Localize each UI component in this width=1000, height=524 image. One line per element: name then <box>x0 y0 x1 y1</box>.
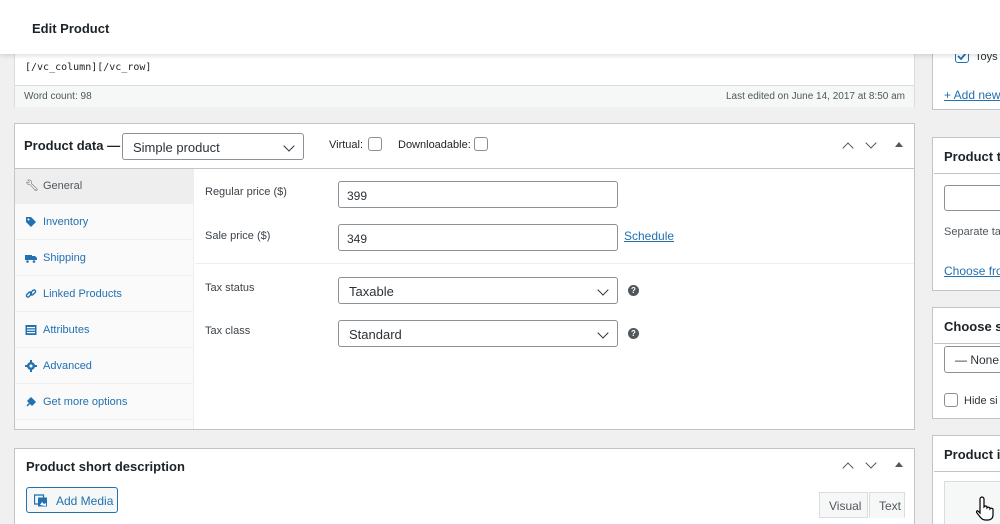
product-data-header: Product data — Simple product Virtual: D… <box>15 124 914 169</box>
size-chart-value: — None <box>955 353 1000 367</box>
chevron-down-icon <box>597 284 609 296</box>
toggle-panel-icon[interactable] <box>895 142 903 147</box>
divider <box>934 471 1000 472</box>
virtual-label: Virtual: <box>329 139 364 151</box>
last-edited: Last edited on June 14, 2017 at 8:50 am <box>725 91 905 102</box>
link-icon <box>25 288 37 300</box>
hand-cursor-icon <box>975 496 994 521</box>
hide-size-label: Hide si <box>964 395 998 407</box>
add-media-button[interactable]: Add Media <box>26 487 118 513</box>
tab-visual[interactable]: Visual <box>819 492 868 518</box>
tab-label: General <box>43 180 83 192</box>
tab-shipping[interactable]: Shipping <box>15 241 194 276</box>
product-tags-title: Product ta <box>944 149 1000 164</box>
tab-get-more-options[interactable]: Get more options <box>15 385 194 420</box>
downloadable-checkbox[interactable] <box>474 137 488 151</box>
top-bar: Edit Product <box>0 0 1000 54</box>
tag-icon <box>25 216 37 228</box>
size-chart-title: Choose si <box>944 319 1000 334</box>
size-chart-box: Choose si — None Hide si <box>932 307 1000 419</box>
tags-input[interactable] <box>944 185 1000 211</box>
product-data-tabs: 🔧︎ General Inventory Shipping Linked Pro… <box>15 169 194 429</box>
tab-label: Get more options <box>43 396 128 408</box>
sale-price-input[interactable]: 349 <box>338 224 618 251</box>
tab-general[interactable]: 🔧︎ General <box>15 169 194 204</box>
schedule-link[interactable]: Schedule <box>624 229 674 243</box>
product-data-panel: Product data — Simple product Virtual: D… <box>14 123 915 430</box>
tab-advanced[interactable]: Advanced <box>15 349 194 384</box>
wrench-icon: 🔧︎ <box>25 180 39 192</box>
tax-status-label: Tax status <box>205 282 255 294</box>
editor-status-bar: Word count: 98 Last edited on June 14, 2… <box>15 85 914 107</box>
move-down-icon[interactable] <box>865 457 877 469</box>
tax-status-select[interactable]: Taxable <box>338 277 618 304</box>
tab-label: Advanced <box>43 360 92 372</box>
tax-class-value: Standard <box>349 327 402 342</box>
tags-hint: Separate ta <box>944 226 1000 238</box>
regular-price-input[interactable]: 399 <box>338 181 618 208</box>
add-media-label: Add Media <box>56 494 114 508</box>
editor-code-text: [/vc_column][/vc_row] <box>25 62 152 73</box>
product-data-label: Product data — <box>24 138 121 153</box>
divider <box>934 173 1000 174</box>
move-up-icon[interactable] <box>842 142 854 154</box>
virtual-checkbox[interactable] <box>368 137 382 151</box>
tax-class-select[interactable]: Standard <box>338 320 618 347</box>
hide-size-checkbox[interactable] <box>944 393 958 407</box>
list-icon <box>25 324 37 336</box>
tab-visual-label: Visual <box>829 499 862 513</box>
tab-label: Inventory <box>43 216 89 228</box>
add-new-category-link[interactable]: + Add new <box>944 88 1000 102</box>
chevron-down-icon <box>283 140 295 152</box>
divider <box>195 263 914 264</box>
gear-icon <box>25 360 37 372</box>
tab-text[interactable]: Text <box>869 492 905 518</box>
downloadable-label: Downloadable: <box>398 139 471 151</box>
truck-icon <box>25 252 37 264</box>
product-type-value: Simple product <box>133 140 220 155</box>
divider <box>934 343 1000 344</box>
product-type-select[interactable]: Simple product <box>122 133 304 160</box>
sale-price-value: 349 <box>347 232 368 246</box>
tab-label: Shipping <box>43 252 86 264</box>
product-tags-box: Product ta Separate ta Choose fro <box>932 137 1000 291</box>
word-count: Word count: 98 <box>24 91 92 102</box>
short-description-title: Product short description <box>26 459 185 474</box>
plugin-icon <box>25 396 37 408</box>
regular-price-value: 399 <box>347 189 368 203</box>
help-icon[interactable]: ? <box>628 328 639 339</box>
toggle-panel-icon[interactable] <box>895 462 903 467</box>
help-icon[interactable]: ? <box>628 285 639 296</box>
short-description-panel: Product short description Add Media Visu… <box>14 448 915 524</box>
tab-label: Linked Products <box>43 288 122 300</box>
move-up-icon[interactable] <box>842 462 854 474</box>
product-image-title: Product i <box>944 447 1000 462</box>
size-chart-select[interactable]: — None <box>944 346 1000 373</box>
page-title: Edit Product <box>32 21 110 36</box>
chevron-down-icon <box>597 327 609 339</box>
tab-inventory[interactable]: Inventory <box>15 205 194 240</box>
media-icon <box>33 493 48 507</box>
move-down-icon[interactable] <box>865 137 877 149</box>
sale-price-label: Sale price ($) <box>205 230 271 242</box>
tab-text-label: Text <box>879 499 902 513</box>
choose-tags-link[interactable]: Choose fro <box>944 264 1000 278</box>
tab-linked-products[interactable]: Linked Products <box>15 277 194 312</box>
regular-price-label: Regular price ($) <box>205 186 287 198</box>
tab-label: Attributes <box>43 324 90 336</box>
tax-class-label: Tax class <box>205 325 251 337</box>
tab-attributes[interactable]: Attributes <box>15 313 194 348</box>
tax-status-value: Taxable <box>349 284 394 299</box>
